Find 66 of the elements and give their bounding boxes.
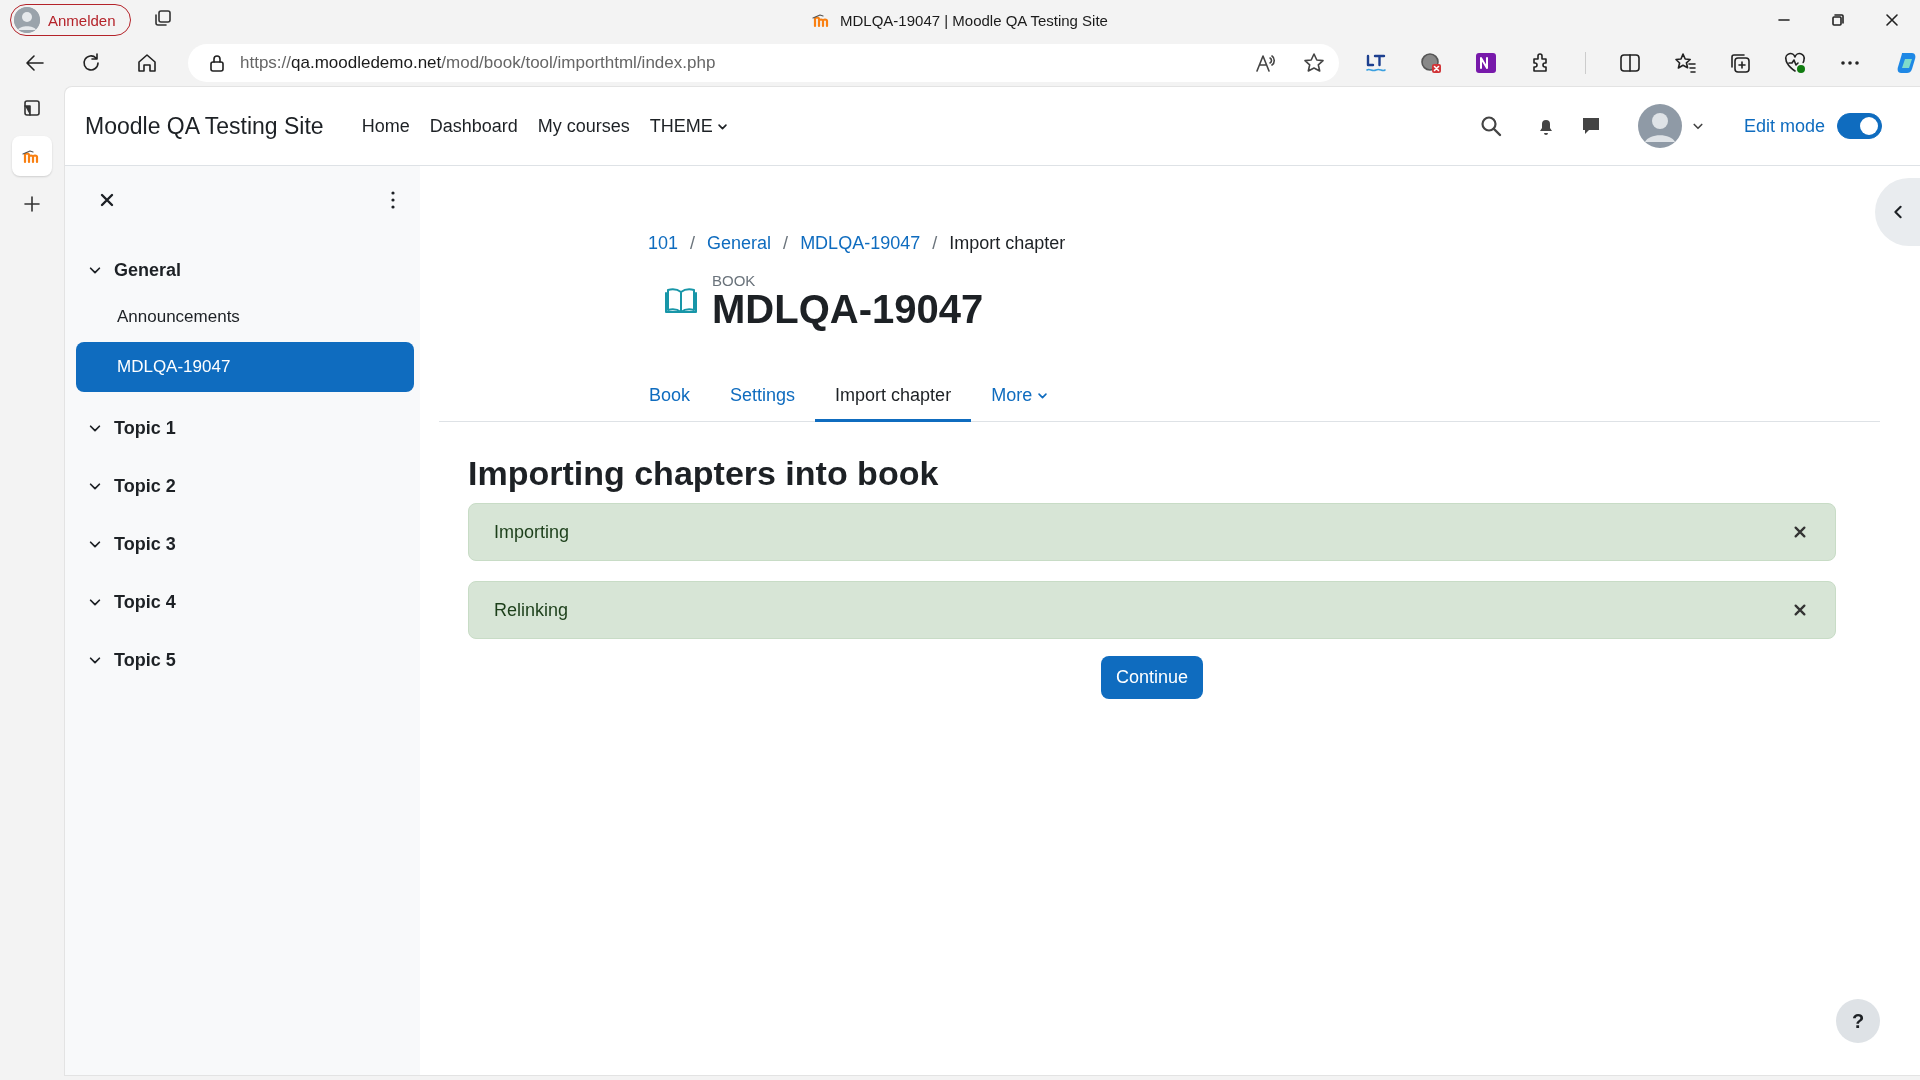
chevron-left-icon (1891, 205, 1905, 219)
lock-icon (208, 54, 226, 72)
edit-mode-toggle[interactable] (1837, 113, 1882, 139)
browser-tab[interactable] (12, 136, 52, 176)
tab-actions-icon[interactable] (152, 8, 173, 28)
star-icon[interactable] (1303, 52, 1325, 74)
tab[interactable]: Import chapter (815, 371, 972, 422)
breadcrumb-link[interactable]: 101 (648, 233, 679, 254)
course-index-item[interactable]: Announcements (76, 292, 414, 342)
course-index-item[interactable]: MDLQA-19047 (76, 342, 414, 392)
nav-link[interactable]: Dashboard (429, 115, 518, 137)
back-icon[interactable] (24, 52, 46, 74)
edit-mode-label: Edit mode (1743, 115, 1825, 137)
continue-button[interactable]: Continue (1100, 656, 1204, 699)
read-aloud-icon[interactable] (1255, 52, 1277, 74)
site-name[interactable]: Moodle QA Testing Site (85, 112, 324, 140)
health-icon[interactable] (1784, 52, 1806, 74)
address-bar[interactable]: https://qa.moodledemo.net/mod/book/tool/importhtml/index.php (188, 44, 1339, 82)
section-title[interactable]: Topic 2 (114, 475, 176, 497)
breadcrumb-separator: / (932, 233, 938, 254)
home-icon[interactable] (136, 52, 158, 74)
nav-link[interactable]: THEME (649, 115, 728, 137)
breadcrumb-separator: / (783, 233, 789, 254)
profile-button[interactable]: Anmelden (10, 4, 131, 36)
section-title[interactable]: Topic 5 (114, 649, 176, 671)
kebab-menu-icon[interactable] (390, 190, 396, 210)
page-title: MDLQA-19047 (712, 289, 984, 329)
avatar-icon (14, 7, 40, 33)
close-icon[interactable] (1884, 12, 1900, 28)
avatar-icon (1637, 104, 1682, 148)
restore-icon[interactable] (1830, 12, 1846, 28)
refresh-icon[interactable] (80, 52, 102, 74)
search-icon[interactable] (1479, 115, 1502, 137)
close-drawer-icon[interactable] (99, 192, 115, 208)
section-title[interactable]: Topic 1 (114, 417, 176, 439)
tab[interactable]: More (971, 371, 1069, 422)
close-icon[interactable] (1793, 603, 1807, 617)
alert-message: Importing (494, 521, 570, 543)
nav-link[interactable]: Home (361, 115, 410, 137)
favorites-icon[interactable] (1674, 52, 1696, 74)
section-title[interactable]: General (114, 259, 182, 281)
window-title: MDLQA-19047 | Moodle QA Testing Site (840, 11, 1108, 29)
help-button[interactable]: ? (1836, 999, 1880, 1043)
language-tool-icon[interactable] (1365, 52, 1387, 74)
drawer-toggle[interactable] (1875, 178, 1920, 246)
blocker-extension-icon[interactable] (1420, 52, 1442, 74)
user-menu[interactable] (1637, 104, 1704, 148)
breadcrumb-current: Import chapter (949, 233, 1066, 254)
tab[interactable]: Settings (710, 371, 816, 422)
collections-icon[interactable] (1729, 52, 1751, 74)
breadcrumb-link[interactable]: General (707, 233, 772, 254)
section-title[interactable]: Topic 4 (114, 591, 176, 613)
section-title[interactable]: Topic 3 (114, 533, 176, 555)
breadcrumb-link[interactable]: MDLQA-19047 (800, 233, 921, 254)
page-heading: Importing chapters into book (468, 454, 940, 493)
close-icon[interactable] (1793, 525, 1807, 539)
tab[interactable]: Book (629, 371, 711, 422)
onenote-icon[interactable] (1475, 52, 1497, 74)
new-tab-icon[interactable] (22, 194, 42, 214)
nav-link[interactable]: My courses (537, 115, 630, 137)
sidebar-panel-icon[interactable] (22, 98, 42, 118)
split-screen-icon[interactable] (1619, 52, 1641, 74)
book-icon (664, 285, 698, 316)
breadcrumb-separator: / (690, 233, 696, 254)
alert-message: Relinking (494, 599, 569, 621)
activity-type-label: BOOK (712, 272, 757, 289)
